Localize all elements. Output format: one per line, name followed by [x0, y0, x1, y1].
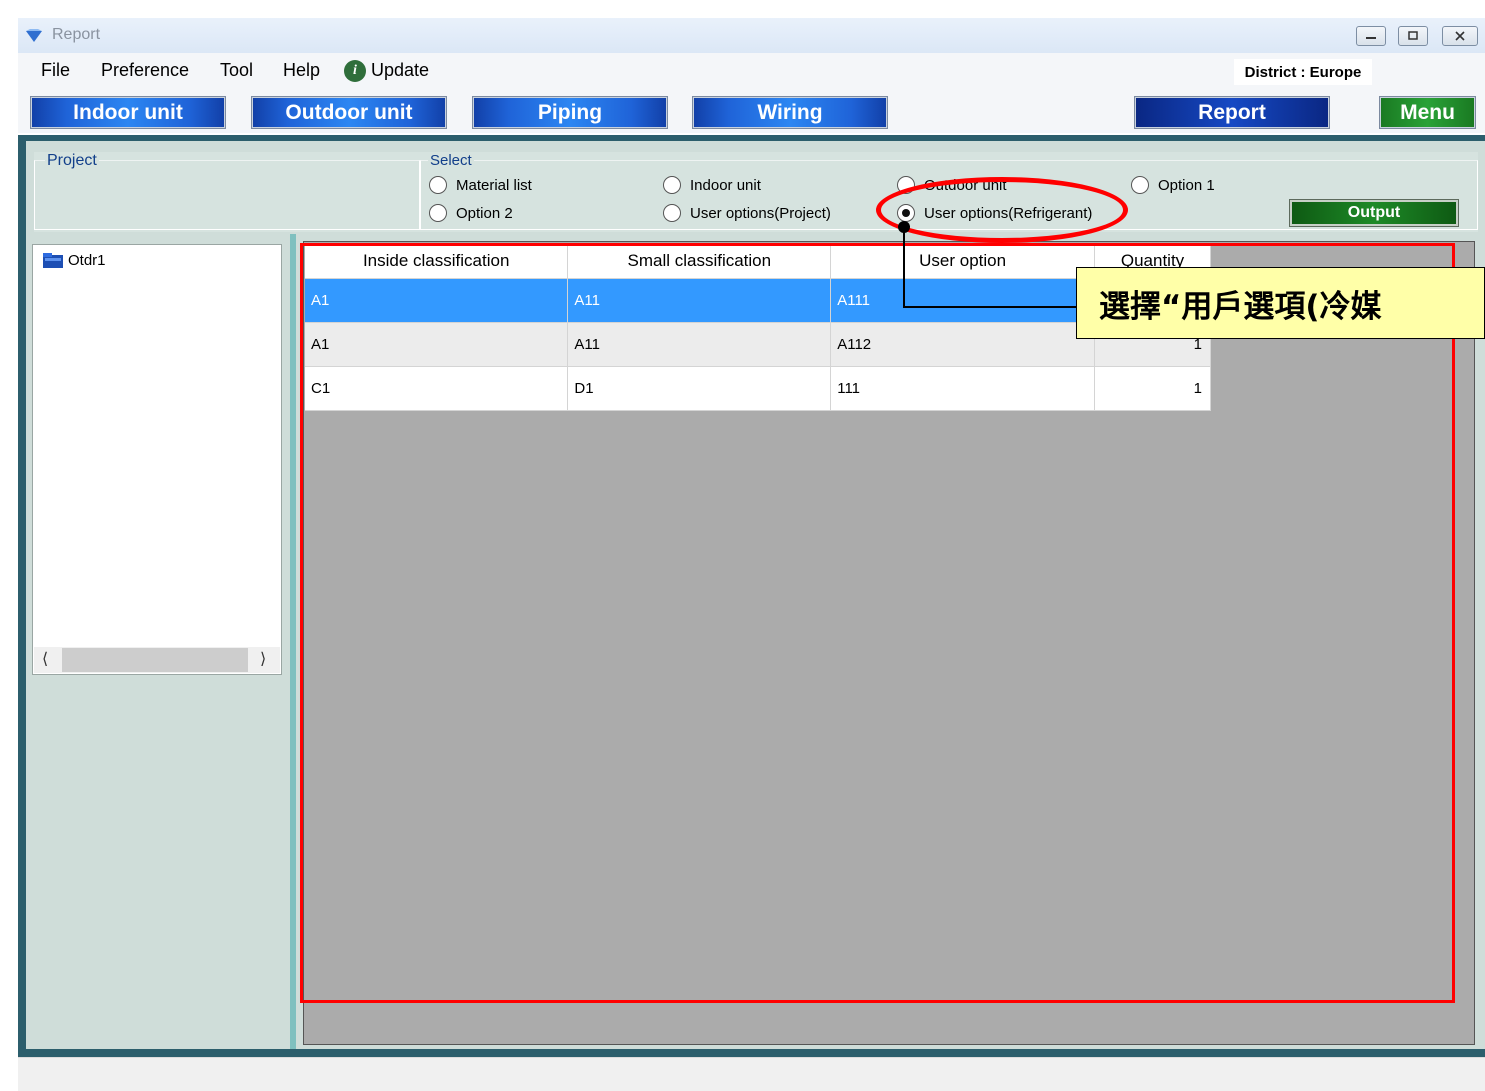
column-header-user-option[interactable]: User option [830, 244, 1096, 279]
piping-button[interactable]: Piping [472, 96, 668, 129]
radio-circle [897, 176, 915, 194]
radio-circle [663, 176, 681, 194]
radio-label: Option 2 [456, 204, 513, 222]
column-header-inside-classification[interactable]: Inside classification [305, 244, 569, 279]
minimize-icon [1366, 37, 1376, 39]
project-group [34, 160, 420, 230]
table-row[interactable]: C1 D1 111 1 [305, 366, 1211, 411]
close-button[interactable] [1442, 26, 1478, 46]
wiring-button[interactable]: Wiring [692, 96, 888, 129]
restore-icon [1408, 31, 1418, 40]
outdoor-unit-label: Outdoor unit [253, 98, 445, 127]
radio-option-1[interactable]: Option 1 [1131, 176, 1215, 194]
outdoor-unit-button[interactable]: Outdoor unit [251, 96, 447, 129]
annotation-callout: 選擇“用戶選項(冷媒 [1076, 267, 1485, 339]
radio-circle [663, 204, 681, 222]
menu-label: Menu [1381, 98, 1474, 127]
radio-circle [897, 204, 915, 222]
app-icon [26, 29, 42, 42]
restore-button[interactable] [1398, 26, 1428, 46]
report-button[interactable]: Report [1134, 96, 1330, 129]
table-row[interactable]: A1 A11 A111 1 [305, 278, 1211, 323]
folder-icon [43, 253, 63, 268]
close-icon [1455, 31, 1465, 41]
title-bar [18, 18, 1485, 53]
tree-node-label: Otdr1 [68, 252, 106, 269]
table-cell[interactable]: 111 [830, 366, 1096, 411]
radio-option-2[interactable]: Option 2 [429, 204, 513, 222]
project-tree[interactable] [32, 244, 282, 675]
radio-label: Option 1 [1158, 176, 1215, 194]
radio-selected-dot [902, 209, 910, 217]
radio-outdoor-unit[interactable]: Outdoor unit [897, 176, 1007, 194]
table-row[interactable]: A1 A11 A112 1 [305, 322, 1211, 367]
column-header-small-classification[interactable]: Small classification [567, 244, 832, 279]
tree-node-otdr1[interactable]: Otdr1 [42, 252, 106, 269]
wiring-label: Wiring [694, 98, 886, 127]
table-cell[interactable]: A112 [830, 322, 1096, 367]
table-cell[interactable]: C1 [305, 366, 569, 411]
table-cell[interactable]: A1 [305, 278, 569, 323]
menu-tool[interactable]: Tool [220, 60, 253, 81]
info-icon: i [344, 60, 366, 82]
district-label: District : Europe [1234, 59, 1372, 85]
table-cell[interactable]: A111 [830, 278, 1096, 323]
radio-label: User options(Project) [690, 204, 831, 222]
table-cell[interactable]: A11 [567, 322, 832, 367]
report-label: Report [1136, 98, 1328, 127]
panel-splitter[interactable] [290, 234, 296, 1049]
table-cell[interactable]: 1 [1094, 366, 1211, 411]
indoor-unit-label: Indoor unit [32, 98, 224, 127]
table-cell[interactable]: D1 [567, 366, 832, 411]
table-cell[interactable]: A11 [567, 278, 832, 323]
radio-label: Indoor unit [690, 176, 761, 194]
radio-user-options-refrigerant[interactable]: User options(Refrigerant) [897, 204, 1092, 222]
scroll-right-icon[interactable]: ⟩ [260, 649, 266, 669]
menu-button[interactable]: Menu [1379, 96, 1476, 129]
table-cell[interactable]: A1 [305, 322, 569, 367]
minimize-button[interactable] [1356, 26, 1386, 46]
status-bar [18, 1057, 1485, 1091]
select-label: Select [428, 152, 474, 169]
indoor-unit-button[interactable]: Indoor unit [30, 96, 226, 129]
menu-file[interactable]: File [41, 60, 70, 81]
menu-preference[interactable]: Preference [101, 60, 189, 81]
radio-circle [429, 204, 447, 222]
radio-user-options-project[interactable]: User options(Project) [663, 204, 831, 222]
radio-circle [429, 176, 447, 194]
radio-label: Outdoor unit [924, 176, 1007, 194]
output-button[interactable]: Output [1289, 199, 1459, 227]
menu-help[interactable]: Help [283, 60, 320, 81]
menu-update[interactable]: Update [371, 60, 429, 81]
table-header-row: Inside classification Small classificati… [305, 244, 1211, 279]
radio-indoor-unit[interactable]: Indoor unit [663, 176, 761, 194]
radio-label: Material list [456, 176, 532, 194]
scroll-left-icon[interactable]: ⟨ [42, 649, 48, 669]
radio-circle [1131, 176, 1149, 194]
scrollbar-thumb[interactable] [62, 648, 248, 672]
radio-material-list[interactable]: Material list [429, 176, 532, 194]
output-label: Output [1292, 202, 1456, 224]
piping-label: Piping [474, 98, 666, 127]
window-title: Report [52, 26, 101, 43]
project-label: Project [45, 152, 99, 170]
radio-label: User options(Refrigerant) [924, 204, 1093, 222]
